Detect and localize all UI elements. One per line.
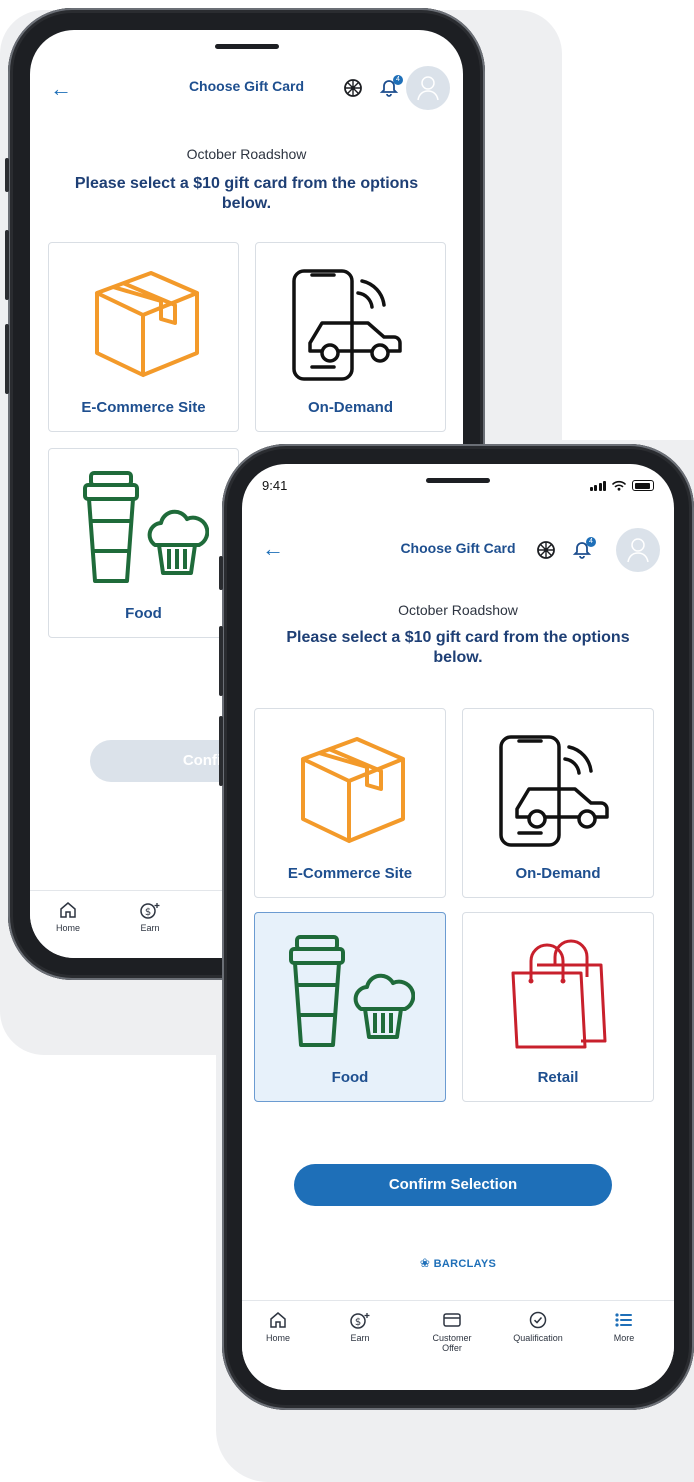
gift-card-food-selected[interactable]: Food (254, 912, 446, 1102)
user-icon (417, 76, 439, 101)
dynamic-island (214, 44, 279, 49)
tab-qualification[interactable]: Qualification (498, 1311, 578, 1343)
brand-name: BARCLAYS (433, 1258, 497, 1270)
gift-card-retail[interactable]: Retail (462, 912, 654, 1102)
card-label: On-Demand (515, 865, 601, 882)
tab-label: Qualification (513, 1333, 563, 1343)
shopping-bag-icon (511, 939, 607, 1049)
wifi-icon (612, 480, 626, 491)
list-icon (615, 1313, 632, 1327)
svg-text:$: $ (355, 1317, 361, 1328)
confirm-selection-button[interactable]: Confirm Selection (294, 1164, 612, 1206)
side-button (219, 556, 223, 590)
earn-icon: $ (140, 903, 160, 919)
tab-more[interactable]: More (584, 1311, 664, 1343)
phone-car-icon (292, 269, 402, 381)
card-icon (443, 1313, 461, 1327)
notification-bell[interactable]: 4 (572, 537, 596, 560)
app-header: ← Choose Gift Card 4 (30, 64, 463, 116)
coffee-muffin-icon (83, 471, 209, 583)
app-header: ← Choose Gift Card 4 (242, 524, 674, 576)
phone-car-icon (499, 735, 609, 847)
page-title: Choose Gift Card (400, 540, 516, 556)
avatar[interactable] (406, 66, 450, 110)
tab-label: Home (55, 923, 80, 933)
box-icon (301, 737, 405, 843)
mockup-stage: ← Choose Gift Card 4 October Roadshow Pl… (0, 0, 694, 1482)
user-icon (627, 538, 649, 563)
status-bar: 9:41 (262, 478, 654, 496)
notification-bell[interactable]: 4 (379, 75, 403, 98)
avatar[interactable] (616, 528, 660, 572)
roadshow-title: October Roadshow (398, 602, 518, 618)
card-label: Food (125, 605, 162, 622)
volume-up-button (5, 230, 9, 300)
box-icon (95, 271, 199, 377)
check-circle-icon (529, 1311, 547, 1329)
selection-prompt: Please select a $10 gift card from the o… (286, 629, 630, 666)
card-label: E-Commerce Site (287, 865, 413, 882)
home-icon (60, 902, 76, 918)
volume-down-button (5, 324, 9, 394)
tab-customer-offer[interactable]: Customer Offer (412, 1311, 492, 1353)
gift-card-on-demand[interactable]: On-Demand (462, 708, 654, 898)
earn-icon: $ (350, 1313, 370, 1329)
gift-card-ecommerce[interactable]: E-Commerce Site (48, 242, 239, 432)
battery-icon (632, 480, 654, 491)
volume-down-button (219, 716, 223, 786)
bottom-tab-bar: Home $ Earn Customer Offer Qualification… (242, 1300, 674, 1390)
gift-card-food[interactable]: Food (48, 448, 239, 638)
wheel-icon[interactable] (343, 78, 363, 98)
wheel-icon[interactable] (536, 540, 556, 560)
front-phone: 9:41 ← Choose Gift Card 4 October Roadsh… (219, 444, 694, 1410)
home-icon (270, 1312, 286, 1328)
notification-badge: 4 (393, 75, 403, 85)
notification-badge: 4 (586, 537, 596, 547)
tab-label: Earn (140, 923, 160, 933)
side-button (5, 158, 9, 192)
gift-card-on-demand[interactable]: On-Demand (255, 242, 446, 432)
tab-label: Home (265, 1333, 290, 1343)
volume-up-button (219, 626, 223, 696)
coffee-muffin-icon (289, 935, 415, 1047)
card-label: E-Commerce Site (81, 399, 206, 416)
tab-home[interactable]: Home (242, 1311, 318, 1343)
status-indicators (589, 480, 654, 491)
tab-label: More (613, 1333, 635, 1343)
tab-earn[interactable]: $ Earn (320, 1311, 400, 1343)
front-screen: 9:41 ← Choose Gift Card 4 October Roadsh… (242, 464, 674, 1390)
eagle-icon: ❀ (419, 1256, 431, 1270)
card-label: On-Demand (307, 399, 393, 416)
tab-earn[interactable]: $ Earn (110, 901, 190, 933)
brand-logo: ❀ BARCLAYS (242, 1256, 674, 1270)
status-time: 9:41 (262, 478, 288, 493)
tab-label: Earn (350, 1333, 370, 1343)
gift-card-ecommerce[interactable]: E-Commerce Site (254, 708, 446, 898)
selection-prompt: Please select a $10 gift card from the o… (74, 175, 419, 212)
svg-text:$: $ (145, 907, 151, 918)
roadshow-title: October Roadshow (186, 146, 307, 162)
card-label: Retail (537, 1069, 579, 1086)
tab-home[interactable]: Home (30, 901, 108, 933)
card-label: Food (331, 1069, 369, 1086)
signal-icon (589, 480, 606, 491)
tab-label: Customer Offer (432, 1333, 472, 1353)
